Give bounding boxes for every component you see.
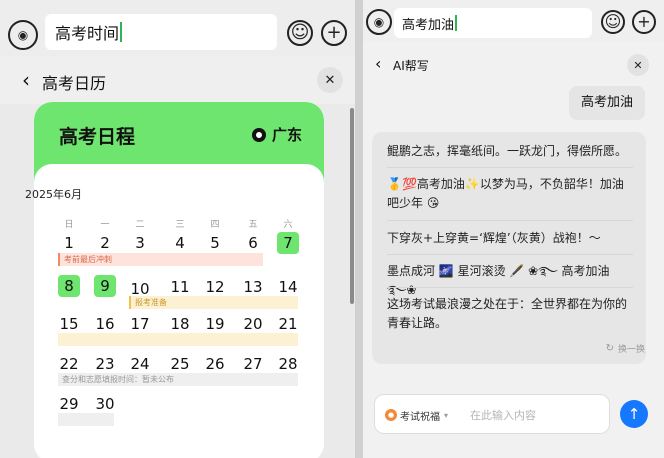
calendar-day[interactable]: 21 (277, 313, 299, 335)
calendar-day[interactable]: 12 (204, 276, 226, 298)
weekday-mon: 一 (100, 220, 110, 230)
text-caret (455, 15, 458, 31)
weekday-sun: 日 (64, 220, 74, 230)
template-tag-selector[interactable]: ● 考试祝福 ▾ (385, 405, 448, 425)
event-score[interactable]: 查分和志愿填报时间：暂未公布 (58, 373, 298, 386)
weekday-tue: 二 (135, 220, 145, 230)
back-icon[interactable]: ‹ (375, 54, 381, 73)
arrow-up-icon: ↑ (627, 405, 641, 423)
calendar-day[interactable]: 24 (129, 353, 151, 375)
calendar-day[interactable]: 6 (242, 232, 264, 254)
calendar-day[interactable]: 13 (242, 276, 264, 298)
event-prepare[interactable]: 报考准备 (129, 296, 298, 309)
scrollbar[interactable] (350, 108, 354, 304)
calendar-title: 高考日程 (59, 126, 136, 148)
calendar-day[interactable]: 19 (204, 313, 226, 335)
weekday-sat: 六 (283, 220, 293, 230)
location-selector[interactable]: 广东 (251, 124, 302, 145)
calendar-day[interactable]: 17 (129, 313, 151, 335)
left-search-input[interactable]: 高考时间 (45, 14, 277, 50)
calendar-day[interactable]: 28 (277, 353, 299, 375)
calendar-day[interactable]: 3 (129, 232, 151, 254)
message-input-placeholder: 在此输入内容 (470, 409, 536, 422)
plus-icon[interactable]: + (321, 20, 347, 46)
reply-option-3[interactable]: 下穿灰+上穿黄=‘辉煌’（灰黄）战袍！～ (387, 229, 635, 248)
right-page-title: AI帮写 (393, 59, 429, 73)
weekday-fri: 五 (248, 220, 258, 230)
user-message-bubble: 高考加油 (568, 86, 645, 120)
location-label: 广东 (271, 126, 302, 144)
reply-option-1[interactable]: 鲲鹏之志，挥毫纸间。一跃龙门，得偿所愿。 (387, 142, 635, 161)
plus-icon[interactable]: + (632, 10, 656, 34)
calendar-day[interactable]: 27 (242, 353, 264, 375)
month-label: 2025年6月 (25, 188, 82, 201)
divider (387, 287, 633, 288)
location-pin-icon (251, 127, 266, 142)
send-button[interactable]: ↑ (620, 400, 648, 428)
calendar-day-highlighted[interactable]: 8 (58, 275, 80, 297)
emoji-icon[interactable]: ☺ (287, 20, 313, 46)
left-pane: ◉ 高考时间 ☺ + ‹ 高考日历 ✕ 高考日程 广东 2025年6月 日 一 … (0, 0, 355, 458)
refresh-button[interactable]: ↻ 换一换 (606, 342, 645, 355)
weekday-thu: 四 (210, 220, 220, 230)
tag-label: 考试祝福 (400, 411, 440, 423)
calendar-day[interactable]: 15 (58, 313, 80, 335)
event-bar-week3 (58, 333, 298, 346)
close-icon[interactable]: ✕ (627, 54, 649, 76)
calendar-day[interactable]: 11 (169, 276, 191, 298)
refresh-label: 换一换 (617, 345, 645, 355)
reply-option-5[interactable]: 这场考试最浪漫之处在于：全世界都在为你的青春让路。 (387, 295, 635, 333)
left-page-title: 高考日历 (42, 74, 107, 93)
calendar-day-highlighted[interactable]: 9 (94, 275, 116, 297)
divider (387, 254, 633, 255)
chevron-down-icon: ▾ (444, 410, 449, 420)
right-topbar: ◉ 高考加油 ☺ + (363, 0, 664, 42)
refresh-icon: ↻ (605, 343, 614, 354)
text-caret (120, 22, 123, 42)
event-bar-week5 (58, 413, 114, 426)
emoji-icon[interactable]: ☺ (601, 10, 625, 34)
event-sprint[interactable]: 考前最后冲刺 (58, 253, 263, 266)
pane-divider (355, 0, 363, 458)
calendar-day[interactable]: 4 (169, 232, 191, 254)
voice-icon[interactable]: ◉ (366, 9, 392, 35)
screen: ◉ 高考时间 ☺ + ‹ 高考日历 ✕ 高考日程 广东 2025年6月 日 一 … (0, 0, 664, 458)
calendar-day[interactable]: 25 (169, 353, 191, 375)
weekday-wed: 三 (175, 220, 185, 230)
calendar-day[interactable]: 18 (169, 313, 191, 335)
calendar-day[interactable]: 20 (242, 313, 264, 335)
reply-option-2[interactable]: 🥇💯高考加油✨以梦为马，不负韶华！加油吧少年 😘 (387, 175, 635, 213)
calendar-day[interactable]: 22 (58, 353, 80, 375)
calendar-day[interactable]: 2 (94, 232, 116, 254)
message-input-bar[interactable]: ● 考试祝福 ▾ 在此输入内容 (374, 394, 610, 434)
calendar-day[interactable]: 14 (277, 276, 299, 298)
calendar-day[interactable]: 30 (94, 393, 116, 415)
reply-card: 鲲鹏之志，挥毫纸间。一跃龙门，得偿所愿。 🥇💯高考加油✨以梦为马，不负韶华！加油… (372, 132, 646, 364)
calendar-day[interactable]: 5 (204, 232, 226, 254)
calendar-day[interactable]: 16 (94, 313, 116, 335)
calendar-day[interactable]: 29 (58, 393, 80, 415)
tag-icon: ● (385, 409, 397, 421)
left-topbar: ◉ 高考时间 ☺ + (0, 0, 355, 56)
left-search-value: 高考时间 (55, 24, 120, 43)
divider (387, 220, 633, 221)
close-icon[interactable]: ✕ (317, 67, 343, 93)
calendar-day[interactable]: 1 (58, 232, 80, 254)
calendar-day[interactable]: 26 (204, 353, 226, 375)
divider (387, 167, 633, 168)
back-icon[interactable]: ‹ (22, 68, 30, 92)
right-pane: ◉ 高考加油 ☺ + ‹ AI帮写 ✕ 高考加油 鲲鹏之志，挥毫纸间。一跃龙门，… (363, 0, 664, 458)
calendar-day-highlighted[interactable]: 7 (277, 232, 299, 254)
voice-icon[interactable]: ◉ (8, 20, 38, 50)
right-search-value: 高考加油 (402, 17, 455, 33)
right-search-input[interactable]: 高考加油 (394, 8, 592, 38)
calendar-day[interactable]: 23 (94, 353, 116, 375)
